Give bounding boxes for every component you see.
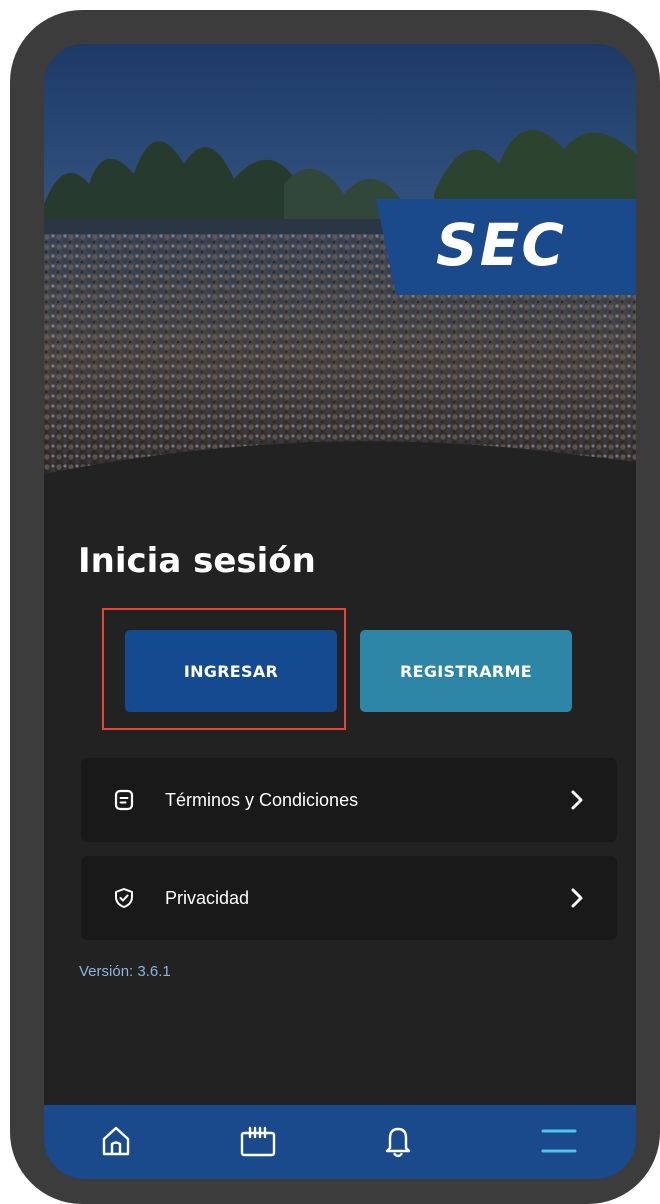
version-text: Versión: 3.6.1 <box>79 963 171 980</box>
app-screen: SEC Inicia sesión INGRESAR REGISTRARME T… <box>44 44 636 1179</box>
sec-logo-panel: SEC <box>376 199 636 295</box>
nav-calendar[interactable] <box>228 1125 288 1175</box>
hero-banner: SEC <box>44 44 636 474</box>
nav-menu[interactable] <box>529 1125 589 1175</box>
phone-frame: SEC Inicia sesión INGRESAR REGISTRARME T… <box>10 10 660 1204</box>
chevron-right-icon <box>569 789 585 811</box>
nav-notifications[interactable] <box>368 1125 428 1175</box>
privacy-label: Privacidad <box>165 887 250 908</box>
page-title: Inicia sesión <box>78 541 316 581</box>
chevron-right-icon <box>569 887 585 909</box>
nav-home[interactable] <box>86 1125 146 1175</box>
home-icon <box>102 1126 130 1156</box>
document-icon <box>113 789 135 811</box>
sec-logo: SEC <box>436 211 566 279</box>
terms-label: Términos y Condiciones <box>165 789 359 810</box>
privacy-row[interactable]: Privacidad <box>81 856 617 940</box>
calendar-icon <box>240 1126 276 1157</box>
menu-icon <box>541 1129 577 1153</box>
bottom-nav <box>44 1105 636 1179</box>
terms-row[interactable]: Términos y Condiciones <box>81 758 617 842</box>
ingresar-button[interactable]: INGRESAR <box>125 630 337 712</box>
shield-check-icon <box>113 887 135 909</box>
registrarme-button[interactable]: REGISTRARME <box>360 630 572 712</box>
bell-icon <box>385 1127 411 1158</box>
